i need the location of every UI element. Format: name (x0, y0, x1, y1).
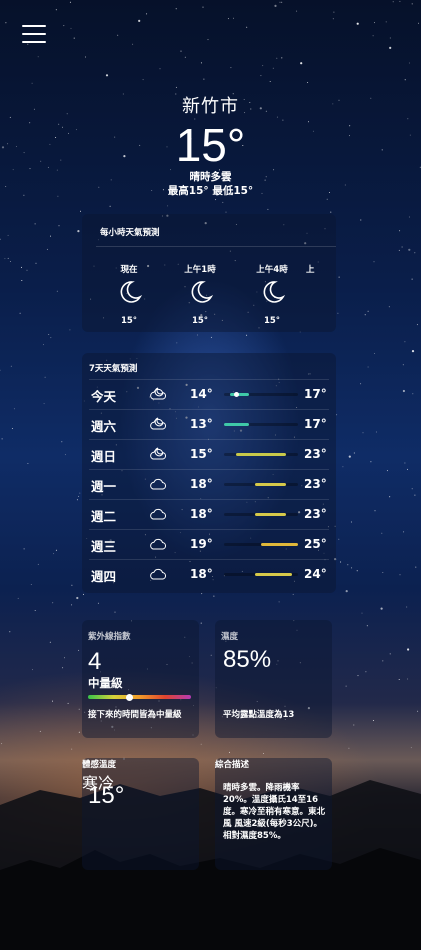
cloud-moon-icon (150, 447, 167, 460)
high-temp: 17° (304, 387, 327, 401)
weather-description-card[interactable]: 綜合描述 晴時多雲。降雨機率20%。溫度攝氏14至16度。寒冷至稍有寒意。東北風… (215, 758, 332, 870)
daily-forecast-title: 7天天氣預測 (89, 364, 138, 374)
temp-range-fill (254, 573, 292, 576)
hourly-item: 上午4時 15° (256, 265, 288, 326)
temp-range-fill (254, 513, 286, 516)
crescent-moon-icon (263, 281, 286, 303)
uv-index-value: 4 (88, 648, 102, 675)
uv-index-title: 紫外線指數 (88, 632, 131, 642)
uv-index-card[interactable]: 紫外線指數 4 中量級 接下來的時間皆為中量級 (82, 620, 199, 738)
high-low-temperature: 最高15° 最低15° (167, 185, 254, 197)
uv-note: 接下來的時間皆為中量級 (88, 710, 182, 720)
hamburger-menu-icon (22, 25, 46, 27)
humidity-note: 平均露點溫度為13 (223, 710, 295, 720)
hourly-item: 上午1時 15° (184, 265, 216, 326)
high-temp: 24° (304, 567, 327, 581)
day-label: 週二 (91, 509, 117, 524)
feels-like-value: 15° (88, 782, 125, 809)
cloud-moon-icon (150, 387, 167, 400)
city-name: 新竹市 (182, 96, 239, 117)
daily-forecast-row: 週二 18° 23° (89, 499, 329, 529)
temp-range-fill (230, 393, 249, 396)
weather-description-title: 綜合描述 (215, 760, 250, 770)
low-temp: 15° (190, 447, 213, 461)
low-temp: 14° (190, 387, 213, 401)
current-weather-header: 新竹市 15° 晴時多雲 最高15° 最低15° (0, 92, 421, 198)
low-temp: 13° (190, 417, 213, 431)
low-temp: 18° (190, 567, 213, 581)
high-temp: 23° (304, 447, 327, 461)
temp-range-fill (261, 543, 298, 546)
daily-forecast-row: 週日 15° 23° (89, 439, 329, 469)
day-label: 週一 (91, 479, 117, 494)
temp-range-bar (224, 483, 298, 486)
high-temp: 17° (304, 417, 327, 431)
hourly-item: 現在 15° (101, 263, 157, 326)
temp-range-fill (254, 483, 286, 486)
day-label: 週日 (91, 449, 117, 464)
weather-description-text: 晴時多雲。降雨機率20%。溫度攝氏14至16度。寒冷至稍有寒意。東北風 風速2級… (223, 783, 326, 841)
daily-forecast-row: 今天 14° 17° (89, 379, 329, 409)
current-temperature: 15° (175, 119, 246, 171)
hourly-item: 上 (306, 265, 315, 275)
hourly-forecast-card[interactable]: 每小時天氣預測 現在 15° 上午1時 15° 上午4時 15° 上 (82, 214, 336, 332)
humidity-title: 濕度 (221, 632, 239, 642)
current-temp-marker (233, 392, 239, 397)
divider (96, 246, 336, 247)
cloud-moon-icon (150, 417, 167, 430)
cloud-icon (150, 478, 167, 490)
hourly-forecast-title: 每小時天氣預測 (100, 228, 160, 238)
temp-range-fill (236, 453, 286, 456)
day-label: 週六 (91, 419, 117, 434)
high-temp: 23° (304, 477, 327, 491)
current-condition: 晴時多雲 (189, 171, 232, 183)
low-temp: 19° (190, 537, 213, 551)
day-label: 週四 (91, 569, 117, 584)
low-temp: 18° (190, 507, 213, 521)
feels-like-card[interactable]: 體感溫度 15° 寒冷 (82, 758, 199, 870)
day-label: 今天 (91, 389, 117, 404)
menu-button[interactable] (22, 24, 46, 44)
temp-range-fill (224, 423, 249, 426)
high-temp: 25° (304, 537, 327, 551)
humidity-card[interactable]: 濕度 85% 平均露點溫度為13 (215, 620, 332, 738)
temp-range-bar (224, 513, 298, 516)
cloud-icon (150, 568, 167, 580)
daily-forecast-card[interactable]: 7天天氣預測 今天 14° 17° 週六 13° 17° 週日 15° 23° 週一 18° 23° 週… (82, 353, 336, 593)
temp-range-bar (224, 453, 298, 456)
uv-scale-marker (125, 693, 133, 701)
cloud-icon (150, 538, 167, 550)
feels-like-title: 體感溫度 (82, 760, 117, 770)
high-temp: 23° (304, 507, 327, 521)
daily-forecast-row: 週一 18° 23° (89, 469, 329, 499)
humidity-value: 85% (223, 646, 272, 673)
low-temp: 18° (190, 477, 213, 491)
cloud-icon (150, 508, 167, 520)
crescent-moon-icon (191, 281, 214, 303)
uv-level: 中量級 (88, 676, 123, 690)
temp-range-bar (224, 543, 298, 546)
day-label: 週三 (91, 539, 117, 554)
temp-range-bar (224, 573, 298, 576)
crescent-moon-icon (120, 281, 143, 303)
mountain-silhouette (0, 780, 421, 950)
daily-forecast-row: 週四 18° 24° (89, 559, 329, 589)
temp-range-bar (224, 392, 298, 397)
daily-forecast-row: 週三 19° 25° (89, 529, 329, 559)
temp-range-bar (224, 423, 298, 426)
uv-scale-bar (88, 693, 191, 701)
daily-forecast-row: 週六 13° 17° (89, 409, 329, 439)
